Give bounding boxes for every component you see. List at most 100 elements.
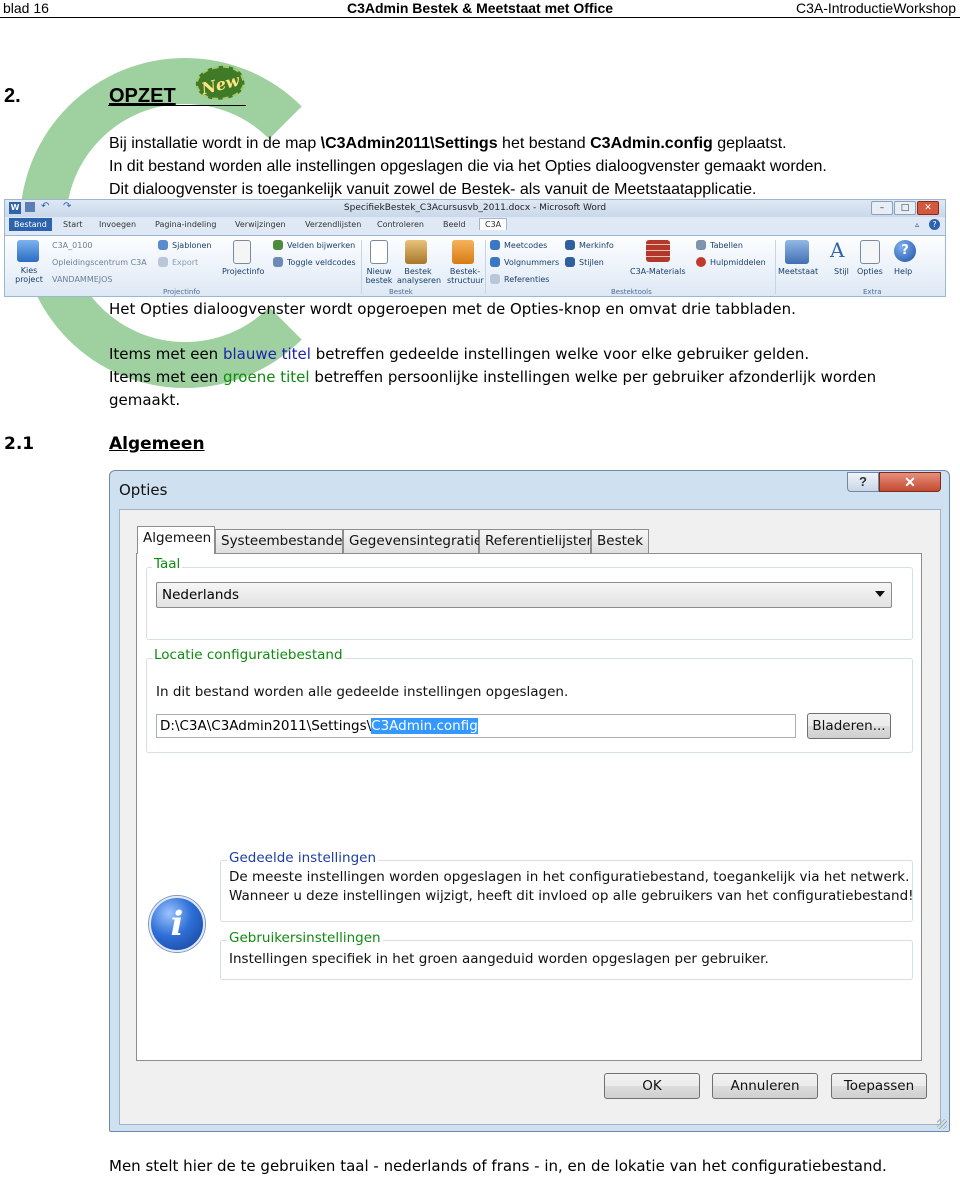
sjablonen-button[interactable]: Sjablonen [172, 241, 211, 250]
stijl-icon: A [830, 238, 845, 262]
blue-title-text: blauwe titel [222, 345, 311, 363]
meetstaat-icon [785, 240, 809, 264]
config-path-selection: C3Admin.config [371, 718, 478, 734]
project-user: VANDAMMEJOS [52, 275, 113, 284]
section-number: 2. [4, 85, 21, 107]
bestek-analyseren-button[interactable]: Bestek analyseren [397, 267, 441, 285]
green-title-text: groene titel [222, 368, 310, 386]
minimize-icon[interactable]: – [871, 201, 893, 215]
dialog-help-button[interactable]: ? [847, 472, 879, 492]
paragraph-green-title: Items met een groene titel betreffen per… [109, 368, 877, 386]
group-extra-label: Extra [863, 288, 882, 296]
ribbon-separator [361, 240, 362, 294]
export-icon [158, 257, 168, 267]
toepassen-button[interactable]: Toepassen [831, 1073, 927, 1099]
nieuw-bestek-button[interactable]: Nieuw bestek [364, 267, 394, 285]
ribbon-separator [775, 240, 776, 294]
toggle-veldcodes-button[interactable]: Toggle veldcodes [287, 258, 356, 267]
taal-label: Taal [152, 556, 183, 572]
ribbon-separator [485, 240, 486, 294]
undo-icon[interactable]: ↶ [41, 201, 49, 212]
sjablonen-icon [158, 240, 168, 250]
taal-select[interactable]: Nederlands [156, 582, 892, 608]
ribbon-document-title: SpecifiekBestek_C3Acursusvb_2011.docx - … [343, 203, 607, 213]
tab-beeld[interactable]: Beeld [443, 220, 466, 229]
kies-project-button[interactable]: Kies project [14, 266, 44, 284]
config-path-prefix: D:\C3A\C3Admin2011\Settings\ [160, 718, 372, 734]
group-projectinfo-label: Projectinfo [163, 288, 201, 296]
gebruikers-title: Gebruikersinstellingen [227, 930, 383, 946]
volgnummers-icon [490, 257, 500, 267]
ribbon-collapse-icon[interactable]: ▵ [915, 220, 919, 229]
tab-referentielijsten[interactable]: Referentielijsten [479, 529, 595, 553]
gedeelde-line-2: Wanneer u deze instellingen wijzigt, hee… [229, 888, 914, 904]
referenties-button[interactable]: Referenties [504, 275, 549, 284]
nieuw-bestek-icon [370, 240, 388, 264]
resize-grip-icon[interactable] [937, 1119, 947, 1129]
c3a-materials-icon [646, 240, 670, 262]
tab-start[interactable]: Start [63, 220, 83, 229]
tab-verwijzingen[interactable]: Verwijzingen [235, 220, 286, 229]
locatie-group [146, 658, 913, 753]
meetstaat-button[interactable]: Meetstaat [778, 267, 818, 276]
stijlen-button[interactable]: Stijlen [579, 258, 604, 267]
stijlen-icon [565, 257, 575, 267]
bestek-structuur-button[interactable]: Bestek-structuur [447, 267, 484, 285]
referenties-icon [490, 274, 500, 284]
group-bestek-label: Bestek [389, 288, 413, 296]
close-icon[interactable]: ✕ [917, 201, 939, 215]
meetcodes-button[interactable]: Meetcodes [504, 241, 547, 250]
chevron-down-icon [875, 591, 885, 597]
bestek-structuur-icon [452, 240, 474, 264]
maximize-icon[interactable]: □ [894, 201, 916, 215]
intro-line-1: Bij installatie wordt in de map \C3Admin… [109, 135, 787, 152]
gedeelde-title: Gedeelde instellingen [227, 850, 379, 866]
taal-select-value: Nederlands [162, 587, 240, 603]
export-button[interactable]: Export [172, 258, 198, 267]
projectinfo-icon [233, 240, 251, 264]
projectinfo-button[interactable]: Projectinfo [222, 267, 264, 276]
tab-bestek[interactable]: Bestek [591, 529, 649, 553]
opties-dialog: Opties ? ✕ Algemeen Systeembestanden Geg… [109, 470, 950, 1132]
dialog-close-button[interactable]: ✕ [879, 472, 941, 492]
title-underline [108, 105, 246, 106]
bladeren-button[interactable]: Bladeren... [807, 713, 891, 739]
tab-pagina-indeling[interactable]: Pagina-indeling [155, 220, 216, 229]
ok-button[interactable]: OK [604, 1073, 700, 1099]
annuleren-button[interactable]: Annuleren [712, 1073, 818, 1099]
tab-verzendlijsten[interactable]: Verzendlijsten [305, 220, 361, 229]
stijl-button[interactable]: Stijl [834, 267, 849, 276]
paragraph-green-title-cont: gemaakt. [109, 391, 181, 409]
opties-button[interactable]: Opties [857, 267, 883, 276]
intro-line-3: Dit dialoogvenster is toegankelijk vanui… [109, 181, 757, 198]
ribbon-help-icon[interactable]: ? [929, 219, 940, 230]
locatie-label: Locatie configuratiebestand [152, 647, 345, 663]
footer-paragraph: Men stelt hier de te gebruiken taal - ne… [109, 1157, 887, 1175]
ribbon-tabs: Bestand Start Invoegen Pagina-indeling V… [5, 217, 945, 235]
redo-icon[interactable]: ↷ [63, 201, 71, 212]
velden-bijwerken-button[interactable]: Velden bijwerken [287, 241, 355, 250]
c3a-materials-button[interactable]: C3A-Materials [630, 267, 686, 276]
tab-c3a[interactable]: C3A [479, 218, 508, 230]
tab-gegevensintegratie[interactable]: Gegevensintegratie [343, 529, 482, 553]
tab-invoegen[interactable]: Invoegen [99, 220, 136, 229]
tab-algemeen[interactable]: Algemeen [137, 526, 215, 554]
header-course: C3A-IntroductieWorkshop [795, 0, 956, 16]
config-path-input[interactable]: D:\C3A\C3Admin2011\Settings\C3Admin.conf… [156, 714, 796, 738]
project-code: C3A_0100 [52, 241, 93, 250]
opties-icon [860, 240, 880, 264]
volgnummers-button[interactable]: Volgnummers [504, 258, 559, 267]
tab-controleren[interactable]: Controleren [377, 220, 424, 229]
header-page-number: blad 16 [3, 0, 49, 16]
tabellen-button[interactable]: Tabellen [710, 241, 743, 250]
dialog-content: Algemeen Systeembestanden Gegevensintegr… [119, 509, 941, 1125]
save-icon[interactable] [25, 202, 35, 212]
help-button[interactable]: Help [894, 267, 912, 276]
hulpmiddelen-button[interactable]: Hulpmiddelen [710, 258, 766, 267]
subsection-number: 2.1 [4, 434, 35, 454]
tab-systeembestanden[interactable]: Systeembestanden [215, 529, 351, 553]
tab-bestand[interactable]: Bestand [9, 218, 52, 231]
word-ribbon-screenshot: SpecifiekBestek_C3Acursusvb_2011.docx - … [4, 199, 946, 297]
locatie-description: In dit bestand worden alle gedeelde inst… [156, 684, 569, 700]
merkinfo-button[interactable]: Merkinfo [579, 241, 614, 250]
